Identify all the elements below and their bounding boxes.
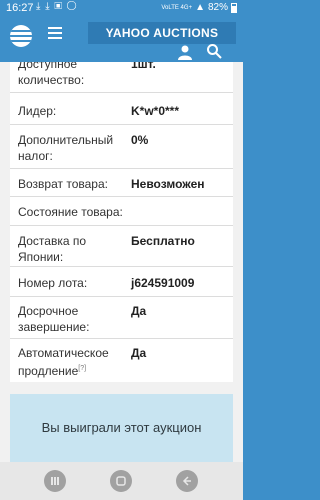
details-row: Доставка по Японии: Бесплатно	[10, 226, 233, 267]
home-icon	[116, 476, 126, 486]
details-label: Дополнительный налог:	[18, 133, 114, 163]
details-value: 1шт.	[131, 62, 156, 71]
details-row: Автоматическое продление[?] Да	[10, 339, 233, 382]
recent-apps-button[interactable]	[44, 470, 66, 492]
back-button[interactable]	[176, 470, 198, 492]
globe-logo-icon[interactable]	[10, 25, 32, 47]
user-icon[interactable]	[177, 44, 193, 60]
details-row: Дополнительный налог: 0%	[10, 125, 233, 169]
details-row: Доступное количество: 1шт.	[10, 62, 233, 93]
details-value: 0%	[131, 133, 149, 147]
details-row: Лидер: K*w*0***	[10, 93, 233, 125]
app-header: YAHOO AUCTIONS	[0, 16, 243, 62]
lot-details-section: Доступное количество: 1шт. Лидер: K*w*0*…	[0, 62, 243, 462]
battery-percent: 82%	[207, 2, 228, 13]
details-table: Доступное количество: 1шт. Лидер: K*w*0*…	[10, 62, 233, 382]
details-value: Невозможен	[131, 177, 205, 191]
details-label: Автоматическое продление[?]	[18, 345, 124, 379]
details-row: Возврат товара: Невозможен	[10, 169, 233, 197]
details-value: K*w*0***	[131, 104, 180, 118]
details-label: Возврат товара:	[18, 177, 108, 191]
details-label: Состояние товара:	[18, 205, 123, 219]
status-time: 16:27	[6, 2, 34, 14]
details-label: Лидер:	[18, 104, 57, 118]
details-value: Да	[131, 346, 147, 360]
android-nav-bar	[0, 462, 243, 500]
brand-title[interactable]: YAHOO AUCTIONS	[88, 22, 236, 44]
details-label: Номер лота:	[18, 276, 88, 290]
details-label: Доступное количество:	[18, 62, 85, 87]
hamburger-menu-icon[interactable]	[48, 27, 62, 41]
battery-icon	[231, 2, 237, 13]
details-value: Да	[131, 304, 147, 318]
details-value: Бесплатно	[131, 234, 195, 248]
details-row: Досрочное завершение: Да	[10, 297, 233, 339]
details-value: j624591009	[131, 276, 195, 290]
gallery-icon: ▣	[54, 1, 64, 12]
network-label: VoLTE 4G+	[161, 4, 193, 11]
download-icon: ⤓	[45, 1, 51, 12]
system-icons: VoLTE 4G+ ▲ 82%	[161, 2, 237, 13]
download-icon: ⤓	[36, 1, 42, 12]
whatsapp-icon: ◯	[66, 1, 78, 12]
status-bar: 16:27 ⤓ ⤓ ▣ ◯ VoLTE 4G+ ▲ 82%	[0, 0, 243, 16]
back-arrow-icon	[182, 476, 191, 486]
details-label-text: Автоматическое продление	[18, 346, 109, 378]
details-row: Состояние товара:	[10, 197, 233, 226]
search-icon[interactable]	[206, 43, 222, 59]
recent-apps-icon	[51, 477, 59, 485]
home-button[interactable]	[110, 470, 132, 492]
help-link[interactable]: [?]	[78, 365, 86, 372]
notification-icons: ⤓ ⤓ ▣ ◯	[36, 1, 77, 12]
details-label: Досрочное завершение:	[18, 304, 90, 334]
won-banner: Вы выиграли этот аукцион	[10, 394, 233, 462]
details-label: Доставка по Японии:	[18, 234, 87, 264]
signal-icon: ▲	[195, 2, 205, 13]
details-row: Номер лота: j624591009	[10, 267, 233, 297]
